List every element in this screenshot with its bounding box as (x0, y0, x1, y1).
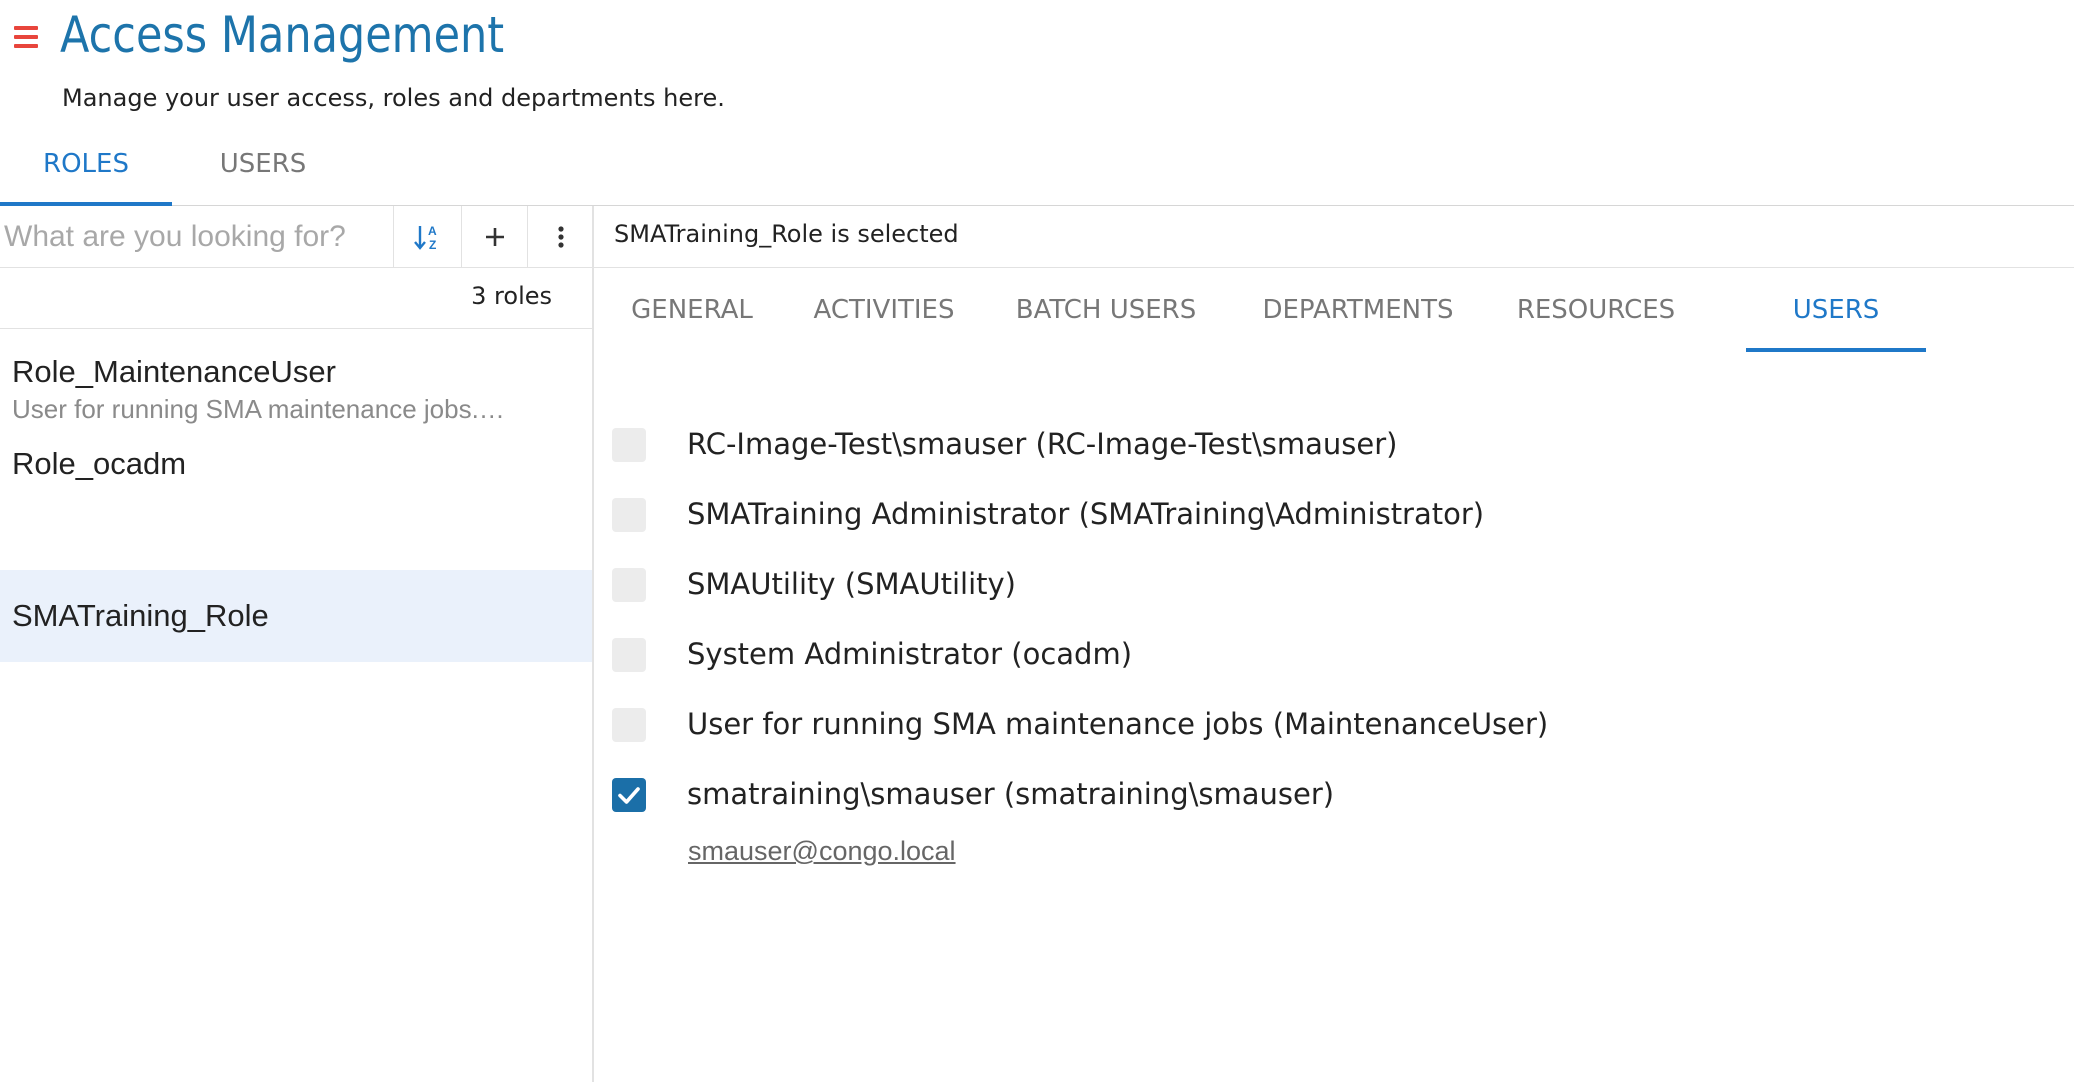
selection-bar: SMATraining_Role is selected (594, 206, 2074, 268)
roles-panel: A Z 3 roles Role_MaintenanceUser User fo… (0, 206, 594, 1082)
user-checkbox[interactable] (612, 498, 646, 532)
tab-activities[interactable]: ACTIVITIES (806, 268, 962, 352)
user-list-item: System Administrator (ocadm) (612, 631, 2032, 681)
more-options-button[interactable] (528, 206, 594, 268)
checkmark-icon (618, 787, 640, 804)
divider (0, 328, 594, 329)
page-subtitle: Manage your user access, roles and depar… (62, 84, 725, 112)
user-list-item: RC-Image-Test\smauser (RC-Image-Test\sma… (612, 421, 2032, 471)
role-item[interactable]: Role_MaintenanceUser User for running SM… (0, 336, 592, 442)
page-header: Access Management Manage your user acces… (0, 0, 2074, 130)
user-checkbox[interactable] (612, 638, 646, 672)
plus-icon (485, 228, 504, 246)
tab-roles[interactable]: ROLES (0, 140, 172, 206)
page-title: Access Management (60, 6, 505, 64)
user-list-item: User for running SMA maintenance jobs (M… (612, 701, 2032, 751)
tab-batch-users[interactable]: BATCH USERS (1006, 268, 1206, 352)
role-count: 3 roles (471, 282, 552, 310)
user-email-link[interactable]: smauser@congo.local (688, 836, 956, 867)
user-list-item: SMATraining Administrator (SMATraining\A… (612, 491, 2032, 541)
tab-users[interactable]: USERS (1746, 268, 1926, 352)
tab-departments[interactable]: DEPARTMENTS (1252, 268, 1464, 352)
user-label: SMATraining Administrator (SMATraining\A… (687, 497, 1485, 531)
sort-button[interactable]: A Z (394, 206, 462, 268)
sort-alpha-icon: A Z (413, 224, 437, 252)
selected-role-text: SMATraining_Role is selected (614, 220, 959, 248)
add-role-button[interactable] (462, 206, 528, 268)
user-checkbox[interactable] (612, 568, 646, 602)
search-input[interactable] (0, 206, 394, 268)
user-label: System Administrator (ocadm) (687, 637, 1133, 671)
user-checkbox-checked[interactable] (612, 778, 646, 812)
role-item[interactable]: Role_ocadm (0, 442, 592, 542)
user-checkbox[interactable] (612, 428, 646, 462)
roles-toolbar: A Z (0, 206, 594, 268)
tab-general[interactable]: GENERAL (624, 268, 760, 352)
svg-text:Z: Z (429, 238, 436, 252)
hamburger-menu-icon[interactable] (12, 24, 40, 50)
role-item-selected[interactable]: SMATraining_Role (0, 570, 592, 662)
user-label: SMAUtility (SMAUtility) (687, 567, 1016, 601)
role-description: User for running SMA maintenance jobs.… (12, 394, 505, 424)
user-label: smatraining\smauser (smatraining\smauser… (687, 777, 1335, 811)
role-name: SMATraining_Role (12, 598, 269, 633)
user-checkbox[interactable] (612, 708, 646, 742)
user-label: RC-Image-Test\smauser (RC-Image-Test\sma… (687, 427, 1398, 461)
user-list-item: SMAUtility (SMAUtility) (612, 561, 2032, 611)
user-list-item: smatraining\smauser (smatraining\smauser… (612, 771, 2032, 821)
svg-text:A: A (428, 224, 437, 238)
role-name: Role_ocadm (12, 446, 187, 481)
tab-users[interactable]: USERS (196, 140, 330, 206)
role-name: Role_MaintenanceUser (12, 354, 336, 389)
main-tabs: ROLES USERS (0, 140, 2074, 206)
user-label: User for running SMA maintenance jobs (M… (687, 707, 1549, 741)
detail-tabs: GENERAL ACTIVITIES BATCH USERS DEPARTMEN… (594, 268, 2074, 354)
tab-resources[interactable]: RESOURCES (1506, 268, 1686, 352)
more-vertical-icon (558, 226, 564, 248)
